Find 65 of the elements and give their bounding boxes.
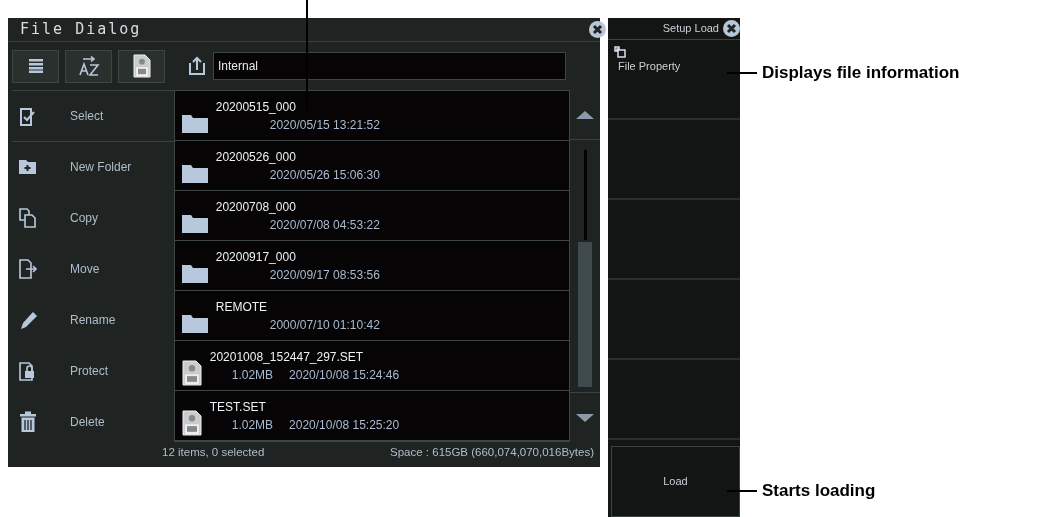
- load-button[interactable]: Load: [611, 446, 740, 517]
- leader-line: [727, 72, 757, 74]
- set-filter-button[interactable]: [118, 49, 165, 83]
- sort-icon: [77, 56, 100, 76]
- file-date: 2020/05/26 15:06:30: [269, 166, 380, 184]
- trash-icon: [18, 411, 38, 433]
- list-icon: [28, 59, 43, 73]
- close-icon[interactable]: [589, 21, 606, 38]
- scrollbar-thumb[interactable]: [578, 242, 592, 387]
- action-button[interactable]: Delete: [12, 397, 174, 447]
- file-name: TEST.SET: [209, 398, 267, 416]
- file-size: 1.02MB: [231, 416, 274, 434]
- file-date: 2020/07/08 04:53:22: [269, 216, 380, 234]
- action-button[interactable]: New Folder: [12, 142, 174, 192]
- file-name: 20201008_152447_297.SET: [209, 348, 365, 366]
- settings-file-icon: [181, 409, 202, 436]
- annotation-text: Displays file information: [762, 62, 960, 84]
- action-button[interactable]: Rename: [12, 295, 174, 345]
- panel-title: Setup Load: [662, 21, 719, 37]
- window-title: File Dialog: [20, 19, 142, 41]
- file-date: 2020/05/15 13:21:52: [269, 116, 380, 134]
- file-date: 2020/10/08 15:24:46: [289, 366, 400, 384]
- path-field[interactable]: Internal: [213, 52, 566, 80]
- list-view-button[interactable]: [12, 49, 59, 83]
- settings-file-icon: [181, 359, 202, 386]
- action-button[interactable]: Copy: [12, 193, 174, 243]
- file-arrow-icon: [18, 258, 38, 280]
- file-name: REMOTE: [215, 298, 269, 316]
- folder-icon: [181, 262, 208, 283]
- status-text: 12 items, 0 selected: [162, 445, 265, 461]
- file-row[interactable]: TEST.SET 1.02MB 2020/10/08 15:25:20: [174, 391, 570, 441]
- file-row[interactable]: 20200917_000 2020/09/17 08:53:56: [174, 241, 570, 291]
- close-icon[interactable]: [723, 20, 740, 37]
- pencil-icon: [18, 309, 38, 331]
- file-row[interactable]: 20200526_000 2020/05/26 15:06:30: [174, 141, 570, 191]
- checklist-icon: [18, 105, 38, 127]
- file-name: 20200515_000: [215, 98, 297, 116]
- folder-up-icon[interactable]: [187, 56, 207, 76]
- leader-line: [727, 490, 757, 492]
- action-button[interactable]: Move: [12, 244, 174, 294]
- file-name: 20200526_000: [215, 148, 297, 166]
- folder-icon: [181, 112, 208, 133]
- file-date: 2020/09/17 08:53:56: [269, 266, 380, 284]
- triangle-up-icon: [576, 110, 594, 119]
- file-row[interactable]: 20200515_000 2020/05/15 13:21:52: [174, 91, 570, 141]
- file-date: 2020/10/08 15:25:20: [289, 416, 400, 434]
- folder-icon: [181, 312, 208, 333]
- action-button[interactable]: Protect: [12, 346, 174, 396]
- file-row[interactable]: 20200708_000 2020/07/08 04:53:22: [174, 191, 570, 241]
- annotation-text: Starts loading: [762, 480, 876, 502]
- file-name: 20200708_000: [215, 198, 297, 216]
- file-name: 20200917_000: [215, 248, 297, 266]
- folder-icon: [181, 212, 208, 233]
- file-row[interactable]: REMOTE 2000/07/10 01:10:42: [174, 291, 570, 341]
- file-size: 1.02MB: [231, 366, 274, 384]
- file-date: 2000/07/10 01:10:42: [269, 316, 380, 334]
- property-icon: [614, 46, 626, 58]
- settings-file-icon: [132, 54, 151, 78]
- copy-icon: [18, 207, 38, 229]
- action-button[interactable]: Select: [12, 91, 174, 141]
- free-space-text: Space : 615GB (660,074,070,016Bytes): [390, 445, 594, 461]
- file-row[interactable]: 20201008_152447_297.SET 1.02MB 2020/10/08 15:24:46: [174, 341, 570, 391]
- folder-icon: [181, 162, 208, 183]
- sort-button[interactable]: [65, 49, 112, 83]
- triangle-down-icon: [576, 413, 594, 422]
